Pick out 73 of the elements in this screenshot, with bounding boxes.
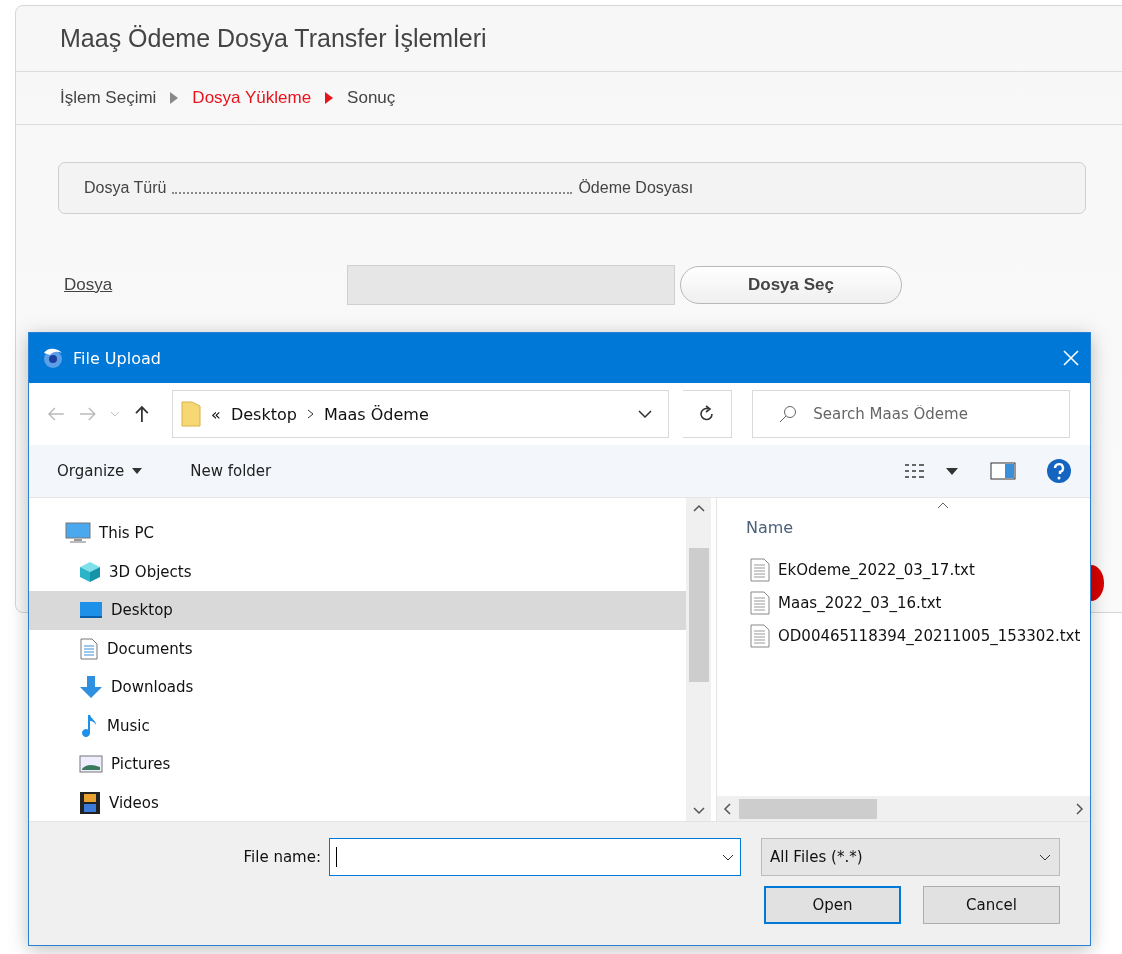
info-label: Dosya Türü (84, 179, 167, 197)
triangle-icon (170, 92, 179, 104)
document-icon (79, 637, 99, 660)
column-header[interactable]: Name (746, 518, 794, 537)
refresh-icon (699, 405, 716, 423)
file-name-box[interactable] (329, 838, 741, 876)
music-note-icon (79, 713, 99, 738)
choose-file-button[interactable]: Dosya Seç (680, 266, 902, 304)
computer-icon (65, 522, 91, 545)
file-item[interactable]: EkOdeme_2022_03_17.txt (717, 553, 1090, 586)
field-label: File name: (243, 848, 321, 866)
tree-item[interactable]: Pictures (29, 745, 686, 784)
chevron-right-icon (306, 409, 314, 419)
file-type-dropdown[interactable]: All Files (*.*) (761, 838, 1060, 876)
tree-item[interactable]: Videos (29, 783, 686, 822)
dialog-title: File Upload (73, 348, 162, 368)
address-bar[interactable]: « Desktop Maas Ödeme (172, 390, 669, 438)
file-item[interactable]: Maas_2022_03_16.txt (717, 586, 1090, 619)
film-icon (79, 790, 101, 815)
triangle-icon (325, 92, 334, 104)
text-file-icon (750, 557, 770, 582)
scrollbar[interactable] (717, 796, 1090, 821)
page-title: Maaş Ödeme Dosya Transfer İşlemleri (60, 24, 487, 53)
chevron-down-icon (722, 853, 734, 861)
search-icon (779, 405, 798, 423)
chevron-down-icon (1039, 853, 1051, 861)
file-item[interactable]: OD00465118394_20211005_153302.txt (717, 619, 1090, 652)
chevron-right-icon (1076, 802, 1084, 815)
close-icon[interactable] (1062, 349, 1080, 367)
scrollbar-thumb[interactable] (739, 798, 877, 819)
breadcrumb-step: Dosya Yükleme (192, 88, 312, 108)
back-arrow-icon[interactable] (47, 406, 65, 422)
caret-icon[interactable] (946, 467, 958, 475)
tree-item[interactable]: 3D Objects (29, 552, 686, 591)
search-input[interactable]: Search Maas Ödeme (811, 404, 1052, 424)
breadcrumb-step: İşlem Seçimi (60, 88, 157, 108)
file-link[interactable]: Dosya (58, 275, 347, 295)
help-icon[interactable] (1046, 458, 1072, 484)
down-arrow-icon (79, 675, 103, 700)
app-icon (41, 347, 65, 369)
chevron-down-icon (692, 807, 705, 815)
path-segment[interactable]: Maas Ödeme (323, 404, 429, 424)
tree-item[interactable]: This PC (29, 514, 686, 553)
tree-item[interactable]: Documents (29, 629, 686, 668)
path-overflow: « (211, 404, 221, 424)
dialog-button[interactable]: Open (764, 886, 901, 924)
up-arrow-icon[interactable] (134, 405, 151, 423)
chevron-down-icon[interactable] (637, 410, 652, 418)
text-file-icon (750, 623, 770, 648)
info-value: Ödeme Dosyası (578, 179, 694, 197)
tree-item[interactable]: Desktop (29, 591, 686, 630)
folder-icon (181, 401, 202, 427)
text-file-icon (750, 590, 770, 615)
scrollbar-thumb[interactable] (688, 548, 709, 682)
sort-caret-icon (937, 502, 949, 509)
caret-icon (132, 468, 143, 474)
organize-menu[interactable]: Organize (57, 462, 143, 480)
tree-item[interactable]: Downloads (29, 668, 686, 707)
picture-icon (79, 754, 103, 775)
path-segment[interactable]: Desktop (230, 404, 297, 424)
cube-icon (79, 560, 101, 583)
new-folder-button[interactable]: New folder (190, 462, 272, 480)
forward-arrow-icon[interactable] (78, 406, 97, 422)
search-box[interactable]: Search Maas Ödeme (752, 390, 1070, 438)
tree-item[interactable]: Music (29, 706, 686, 745)
scrollbar[interactable] (686, 498, 711, 821)
breadcrumb-step: Sonuç (347, 88, 396, 108)
dialog-button[interactable]: Cancel (923, 886, 1060, 924)
preview-pane-icon[interactable] (990, 462, 1016, 480)
chevron-left-icon (723, 802, 731, 815)
refresh-button[interactable] (682, 390, 733, 438)
monitor-icon (79, 600, 103, 621)
chevron-up-icon (692, 504, 705, 512)
